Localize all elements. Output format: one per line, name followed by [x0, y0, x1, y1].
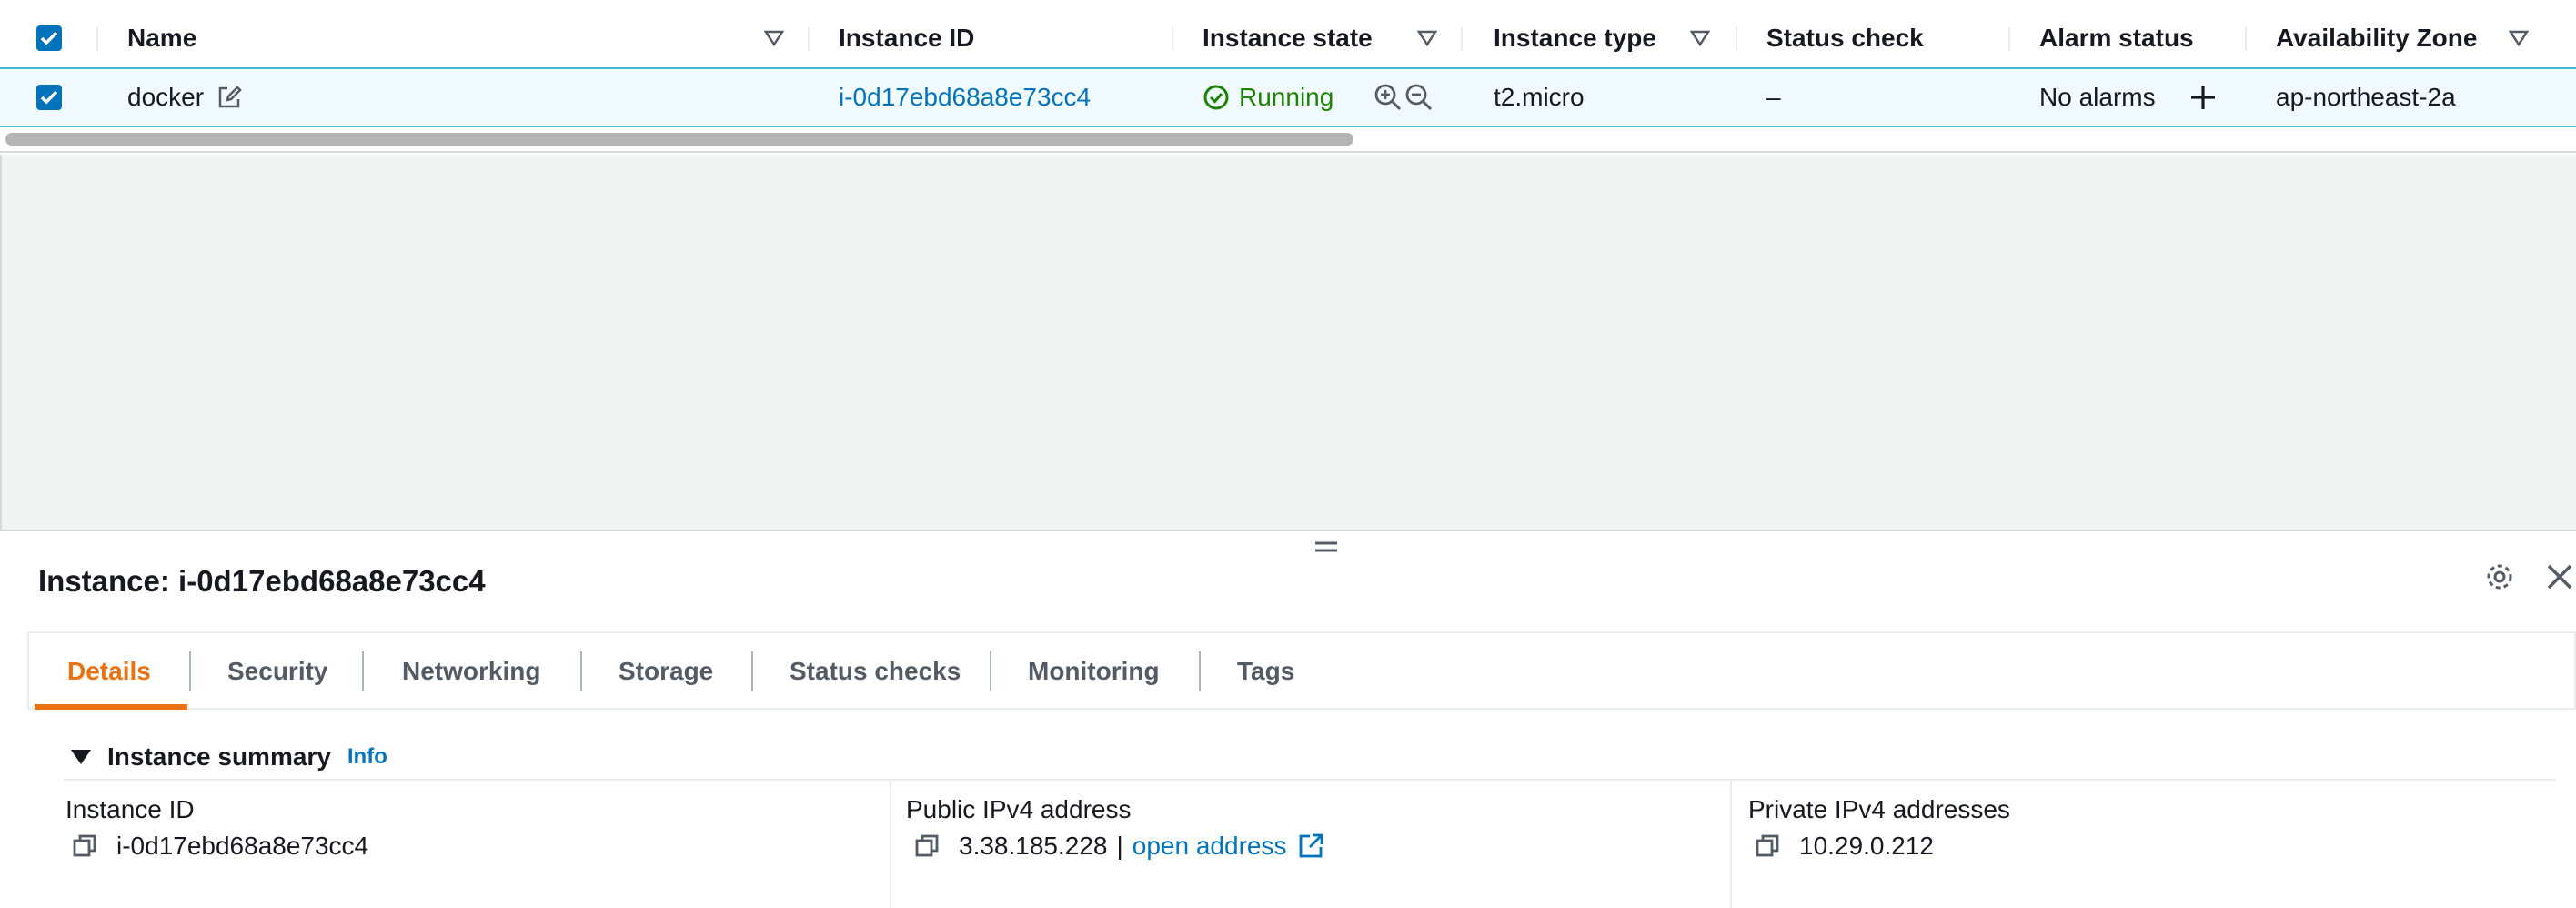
tab-status-checks[interactable]: Status checks — [790, 633, 961, 710]
instance-id-label: Instance ID — [65, 795, 195, 823]
cell-instance-id[interactable]: i-0d17ebd68a8e73cc4 — [839, 69, 1091, 126]
tab-monitoring[interactable]: Monitoring — [1028, 633, 1160, 710]
section-divider — [64, 779, 2556, 781]
filter-icon[interactable] — [764, 29, 784, 47]
cell-availability-zone: ap-northeast-2a — [2276, 83, 2456, 111]
panel-title: Instance: i-0d17ebd68a8e73cc4 — [38, 564, 486, 598]
header-instance-state[interactable]: Instance state — [1202, 11, 1373, 66]
cell-alarm-status: No alarms — [2039, 69, 2218, 126]
checkbox-checked-icon — [40, 31, 58, 45]
copy-icon[interactable] — [913, 832, 941, 860]
column-divider[interactable] — [808, 27, 810, 51]
instance-details-panel: Instance: i-0d17ebd68a8e73cc4 Details Se… — [0, 530, 2576, 908]
header-instance-id[interactable]: Instance ID — [839, 11, 974, 66]
header-alarm-status[interactable]: Alarm status — [2039, 11, 2194, 66]
checkbox-checked-icon — [40, 90, 58, 105]
tab-storage[interactable]: Storage — [619, 633, 713, 710]
cell-status-check: – — [1766, 83, 1781, 111]
column-divider[interactable] — [96, 27, 98, 51]
edit-icon[interactable] — [216, 85, 242, 110]
copy-icon[interactable] — [1754, 832, 1781, 860]
instance-id-attr: i-0d17ebd68a8e73cc4 — [71, 832, 368, 861]
cell-instance-state: Running — [1202, 69, 1434, 126]
tab-details[interactable]: Details — [67, 633, 151, 710]
column-divider — [890, 781, 891, 908]
row-checkbox[interactable] — [36, 85, 62, 110]
details-tabs: Details Security Networking Storage Stat… — [27, 631, 2576, 710]
public-ipv4-attr: 3.38.185.228 | open address — [913, 832, 1324, 861]
external-link-icon[interactable] — [1297, 832, 1324, 860]
header-availability-zone[interactable]: Availability Zone — [2276, 11, 2477, 66]
public-ipv4-label: Public IPv4 address — [906, 795, 1132, 823]
column-divider[interactable] — [1172, 27, 1173, 51]
filter-icon[interactable] — [1690, 29, 1710, 47]
tab-separator — [362, 651, 364, 691]
private-ipv4-label: Private IPv4 addresses — [1748, 795, 2010, 823]
info-link[interactable]: Info — [347, 744, 387, 770]
filter-icon[interactable] — [2509, 29, 2529, 47]
private-ipv4-attr: 10.29.0.212 — [1754, 832, 1934, 861]
filter-icon[interactable] — [1417, 29, 1437, 47]
column-divider[interactable] — [1461, 27, 1463, 51]
open-address-link[interactable]: open address — [1132, 832, 1287, 861]
ip-separator: | — [1116, 832, 1123, 860]
column-divider — [1730, 781, 1732, 908]
copy-icon[interactable] — [71, 832, 98, 860]
column-divider[interactable] — [1736, 27, 1737, 51]
tab-separator — [751, 651, 753, 691]
horizontal-scrollbar[interactable] — [0, 127, 2576, 153]
instance-name: docker — [127, 83, 205, 111]
check-circle-icon — [1203, 85, 1229, 110]
cell-name: docker — [127, 69, 242, 126]
caret-down-icon — [71, 750, 91, 764]
instance-summary-header[interactable]: Instance summary Info — [71, 742, 387, 772]
tab-networking[interactable]: Networking — [402, 633, 540, 710]
cell-instance-type: t2.micro — [1494, 83, 1585, 111]
scrollbar-thumb[interactable] — [5, 133, 1353, 146]
tab-tags[interactable]: Tags — [1237, 633, 1294, 710]
zoom-out-icon[interactable] — [1404, 83, 1434, 112]
drag-handle-icon[interactable] — [1315, 539, 1337, 555]
active-tab-indicator — [35, 704, 187, 710]
section-title: Instance summary — [107, 742, 331, 771]
tab-separator — [189, 651, 191, 691]
private-ipv4-value: 10.29.0.212 — [1799, 832, 1934, 860]
alarm-status-label: No alarms — [2039, 83, 2156, 111]
instance-id-value: i-0d17ebd68a8e73cc4 — [116, 832, 369, 860]
column-divider[interactable] — [2008, 27, 2010, 51]
tab-security[interactable]: Security — [227, 633, 328, 710]
column-divider[interactable] — [2245, 27, 2247, 51]
header-instance-type[interactable]: Instance type — [1494, 11, 1656, 66]
select-all-checkbox[interactable] — [36, 25, 62, 51]
tab-separator — [1199, 651, 1201, 691]
close-icon[interactable] — [2543, 560, 2576, 593]
table-header: Name Instance ID Instance state Instance… — [0, 11, 2576, 66]
gear-icon[interactable] — [2483, 560, 2516, 593]
tab-separator — [580, 651, 582, 691]
public-ipv4-value: 3.38.185.228 — [959, 832, 1108, 860]
header-status-check[interactable]: Status check — [1766, 11, 1924, 66]
zoom-in-icon[interactable] — [1374, 83, 1403, 112]
header-name[interactable]: Name — [127, 11, 196, 66]
instances-table: Name Instance ID Instance state Instance… — [0, 0, 2576, 155]
state-label: Running — [1239, 83, 1334, 111]
plus-icon[interactable] — [2189, 83, 2218, 112]
table-row[interactable]: docker i-0d17ebd68a8e73cc4 Running t2.mi… — [0, 67, 2576, 127]
table-empty-area — [0, 155, 2576, 530]
tab-separator — [990, 651, 991, 691]
